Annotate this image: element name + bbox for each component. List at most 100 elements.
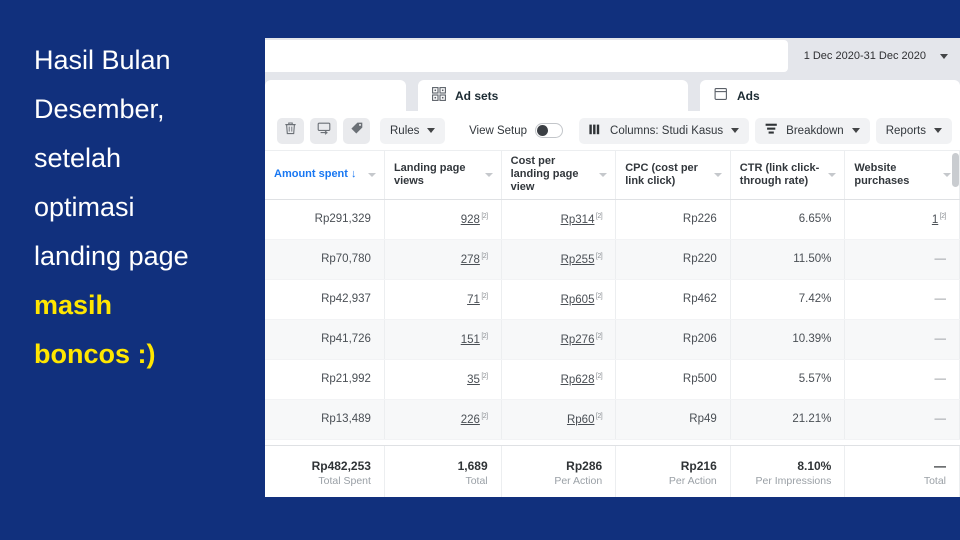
cell-cost-per-landing-page-view[interactable]: Rp255 [2] (501, 239, 617, 280)
cell-website-purchases: — (844, 319, 960, 360)
column-header-landing_page_views[interactable]: Landing page views (384, 151, 502, 200)
date-range-picker[interactable]: 1 Dec 2020-31 Dec 2020 (788, 38, 960, 74)
cell-cpc: Rp206 (615, 319, 731, 360)
cell-cpc: Rp220 (615, 239, 731, 280)
sort-arrow-icon: ↓ (347, 168, 357, 181)
cell-landing-page-views[interactable]: 35 [2] (384, 359, 502, 400)
totals-label: Total Spent (318, 474, 371, 487)
cell-amount-spent: Rp291,329 (265, 199, 385, 240)
reports-button[interactable]: Reports (875, 117, 952, 144)
footnote-marker: [2] (479, 252, 488, 260)
cell-landing-page-views[interactable]: 278 [2] (384, 239, 502, 280)
totals-label: Total (465, 474, 488, 487)
column-header-cpc[interactable]: CPC (cost per link click) (615, 151, 731, 200)
cell-value: — (934, 253, 947, 265)
cell-value: 7.42% (798, 293, 832, 305)
view-setup-label: View Setup (469, 124, 528, 137)
tag-button[interactable] (343, 117, 370, 144)
footnote-marker: [2] (594, 332, 603, 340)
view-setup-toggle[interactable]: View Setup (469, 123, 564, 138)
chevron-down-icon (851, 128, 860, 133)
chevron-down-icon[interactable] (828, 172, 837, 177)
cell-cost-per-landing-page-view[interactable]: Rp628 [2] (501, 359, 617, 400)
cell-amount-spent: Rp21,992 (265, 359, 385, 400)
cell-value: Rp220 (682, 253, 717, 265)
cell-website-purchases: — (844, 279, 960, 320)
chevron-down-icon[interactable] (484, 172, 493, 177)
cell-value: Rp41,726 (321, 333, 371, 345)
rules-label: Rules (390, 124, 420, 137)
totals-value: Rp482,253 (311, 458, 371, 473)
cell-value: Rp42,937 (321, 293, 371, 305)
cell-landing-page-views[interactable]: 71 [2] (384, 279, 502, 320)
chevron-down-icon[interactable] (599, 172, 608, 177)
cell-cost-per-landing-page-view[interactable]: Rp60 [2] (501, 399, 617, 440)
caption-line: Hasil Bulan (34, 45, 171, 75)
date-range-label: 1 Dec 2020-31 Dec 2020 (803, 50, 926, 62)
delete-button[interactable] (277, 117, 304, 144)
search-input[interactable] (265, 40, 788, 72)
table-row[interactable]: Rp41,726 151 [2] Rp276 [2] Rp206 10.39% — (265, 319, 960, 360)
table-row[interactable]: Rp42,937 71 [2] Rp605 [2] Rp462 7.42% — (265, 279, 960, 320)
cell-value: Rp226 (682, 213, 717, 225)
cell-value: 226 (460, 413, 480, 426)
cell-landing-page-views[interactable]: 928 [2] (384, 199, 502, 240)
table-row[interactable]: Rp70,780 278 [2] Rp255 [2] Rp220 11.50% — (265, 239, 960, 280)
cell-value: 151 (460, 333, 480, 346)
caption-line: landing page (34, 241, 189, 271)
cell-value: Rp605 (560, 293, 595, 306)
column-header-label: Amount spent (274, 168, 348, 181)
column-header-website_purchases[interactable]: Website purchases (844, 151, 960, 200)
tag-icon (350, 121, 364, 140)
cell-landing-page-views[interactable]: 226 [2] (384, 399, 502, 440)
breakdown-button[interactable]: Breakdown (755, 117, 870, 144)
vertical-scrollbar[interactable] (952, 151, 959, 500)
table-row[interactable]: Rp291,329 928 [2] Rp314 [2] Rp226 6.65% 1 [2] (265, 199, 960, 240)
footnote-marker: [2] (479, 292, 488, 300)
totals-value: — (934, 458, 946, 473)
footnote-marker: [2] (594, 412, 603, 420)
footnote-marker: [2] (479, 372, 488, 380)
duplicate-button[interactable] (310, 117, 337, 144)
totals-label: Per Action (554, 474, 603, 487)
scrollbar-thumb[interactable] (952, 153, 959, 187)
toggle-switch[interactable] (535, 123, 564, 138)
cell-ctr: 21.21% (730, 399, 846, 440)
tab-campaigns[interactable] (265, 80, 406, 111)
chevron-down-icon[interactable] (713, 172, 722, 177)
grid-squares-icon (432, 87, 446, 104)
column-header-label: Website purchases (854, 161, 910, 187)
cell-value: Rp462 (682, 293, 717, 305)
cell-cost-per-landing-page-view[interactable]: Rp314 [2] (501, 199, 617, 240)
cell-cost-per-landing-page-view[interactable]: Rp605 [2] (501, 279, 617, 320)
window-bottom-edge (265, 497, 960, 500)
tab-ads-label: Ads (737, 88, 760, 103)
columns-button[interactable]: Columns: Studi Kasus (579, 117, 750, 144)
chevron-down-icon[interactable] (943, 172, 951, 177)
totals-cell: Rp482,253 Total Spent (265, 446, 385, 500)
chevron-down-icon (731, 128, 740, 133)
tab-ads[interactable]: Ads (700, 80, 960, 111)
cell-landing-page-views[interactable]: 151 [2] (384, 319, 502, 360)
cell-value: 278 (460, 253, 480, 266)
cell-ctr: 10.39% (730, 319, 846, 360)
footnote-marker: [2] (479, 212, 488, 220)
cell-website-purchases[interactable]: 1 [2] (844, 199, 960, 240)
footnote-marker: [2] (594, 252, 603, 260)
cell-value: Rp276 (560, 333, 595, 346)
table-row[interactable]: Rp21,992 35 [2] Rp628 [2] Rp500 5.57% — (265, 359, 960, 400)
column-header-ctr[interactable]: CTR (link click-through rate) (730, 151, 846, 200)
column-header-amount_spent[interactable]: Amount spent ↓ (265, 151, 385, 200)
tab-ad-sets[interactable]: Ad sets (418, 80, 688, 111)
cell-cost-per-landing-page-view[interactable]: Rp276 [2] (501, 319, 617, 360)
ads-manager-screenshot: 1 Dec 2020-31 Dec 2020 Ad sets Ads Rules… (265, 38, 960, 500)
rules-button[interactable]: Rules (380, 117, 446, 144)
caption-line: Desember, (34, 94, 165, 124)
table-header-row: Amount spent ↓ Landing page views Cost per… (265, 151, 960, 200)
metrics-table-body: Rp291,329 928 [2] Rp314 [2] Rp226 6.65% 1 [2]… (265, 199, 960, 440)
column-header-cost_per_lpv[interactable]: Cost per landing page view (501, 151, 617, 200)
chevron-down-icon[interactable] (367, 172, 376, 177)
cell-amount-spent: Rp41,726 (265, 319, 385, 360)
cell-ctr: 7.42% (730, 279, 846, 320)
table-row[interactable]: Rp13,489 226 [2] Rp60 [2] Rp49 21.21% — (265, 399, 960, 440)
